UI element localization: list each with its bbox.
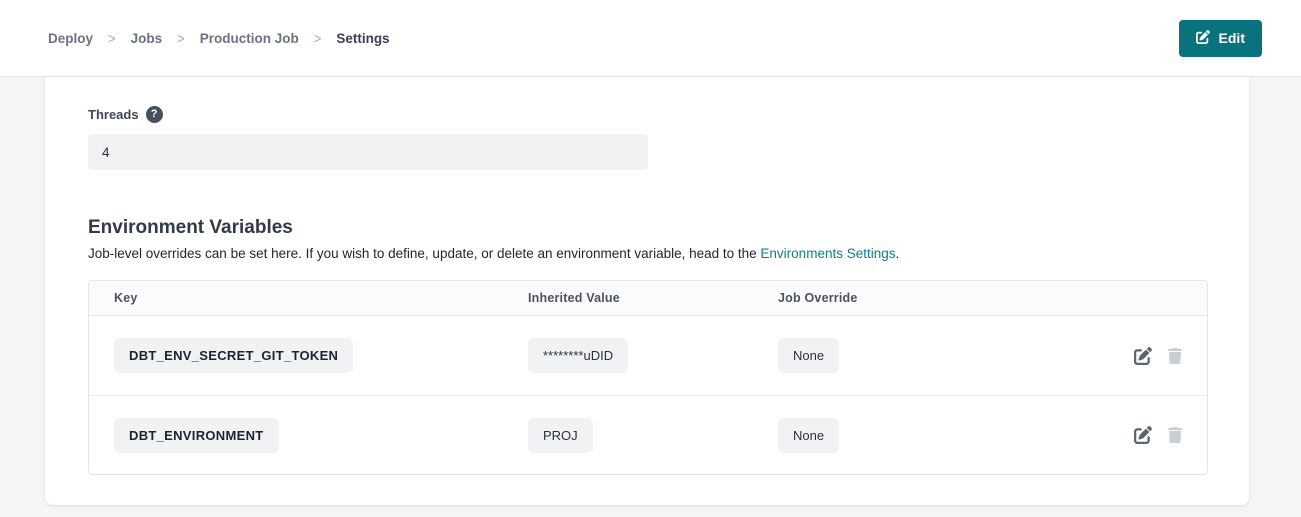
job-override-badge: None bbox=[778, 418, 839, 453]
edit-row-button[interactable] bbox=[1134, 347, 1152, 365]
trash-icon bbox=[1167, 431, 1183, 446]
environments-settings-link[interactable]: Environments Settings bbox=[760, 246, 895, 261]
breadcrumb-item-settings-current: Settings bbox=[336, 31, 389, 46]
environment-variables-description: Job-level overrides can be set here. If … bbox=[88, 246, 1208, 261]
threads-label: Threads bbox=[88, 107, 139, 122]
inherited-value-badge: ********uDID bbox=[528, 338, 628, 373]
edit-button[interactable]: Edit bbox=[1179, 20, 1262, 57]
env-vars-table: Key Inherited Value Job Override DBT_ENV… bbox=[88, 280, 1208, 475]
description-text: Job-level overrides can be set here. If … bbox=[88, 246, 760, 261]
breadcrumb-item-production-job[interactable]: Production Job bbox=[200, 31, 299, 46]
column-header-inherited-value: Inherited Value bbox=[528, 291, 778, 305]
inherited-value-badge: PROJ bbox=[528, 418, 593, 453]
job-override-badge: None bbox=[778, 338, 839, 373]
description-period: . bbox=[896, 246, 900, 261]
edit-button-label: Edit bbox=[1219, 30, 1245, 46]
breadcrumb-item-jobs[interactable]: Jobs bbox=[131, 31, 163, 46]
edit-row-button[interactable] bbox=[1134, 426, 1152, 444]
settings-card: Threads ? Environment Variables Job-leve… bbox=[45, 77, 1249, 505]
table-row-dbt-env-secret-git-token: DBT_ENV_SECRET_GIT_TOKEN ********uDID No… bbox=[89, 316, 1207, 395]
chevron-right-icon: > bbox=[108, 29, 116, 46]
trash-icon bbox=[1167, 352, 1183, 367]
threads-input[interactable] bbox=[88, 134, 648, 170]
env-var-key-badge: DBT_ENVIRONMENT bbox=[114, 418, 279, 453]
delete-row-button[interactable] bbox=[1167, 348, 1183, 364]
env-vars-table-header: Key Inherited Value Job Override bbox=[89, 281, 1207, 316]
question-circle-icon[interactable]: ? bbox=[146, 106, 163, 123]
chevron-right-icon: > bbox=[314, 29, 322, 46]
table-row-dbt-environment: DBT_ENVIRONMENT PROJ None bbox=[89, 395, 1207, 474]
env-var-key-badge: DBT_ENV_SECRET_GIT_TOKEN bbox=[114, 338, 353, 373]
chevron-right-icon: > bbox=[177, 29, 185, 46]
page-content: Threads ? Environment Variables Job-leve… bbox=[0, 77, 1301, 517]
pen-square-icon bbox=[1134, 353, 1152, 368]
pen-square-icon bbox=[1196, 30, 1210, 47]
breadcrumb-item-deploy[interactable]: Deploy bbox=[48, 31, 93, 46]
breadcrumb: Deploy > Jobs > Production Job > Setting… bbox=[48, 31, 390, 46]
pen-square-icon bbox=[1134, 432, 1152, 447]
column-header-job-override: Job Override bbox=[778, 291, 1097, 305]
environment-variables-title: Environment Variables bbox=[88, 217, 1208, 239]
top-header-bar: Deploy > Jobs > Production Job > Setting… bbox=[0, 0, 1301, 77]
column-header-key: Key bbox=[89, 291, 528, 305]
delete-row-button[interactable] bbox=[1167, 427, 1183, 443]
